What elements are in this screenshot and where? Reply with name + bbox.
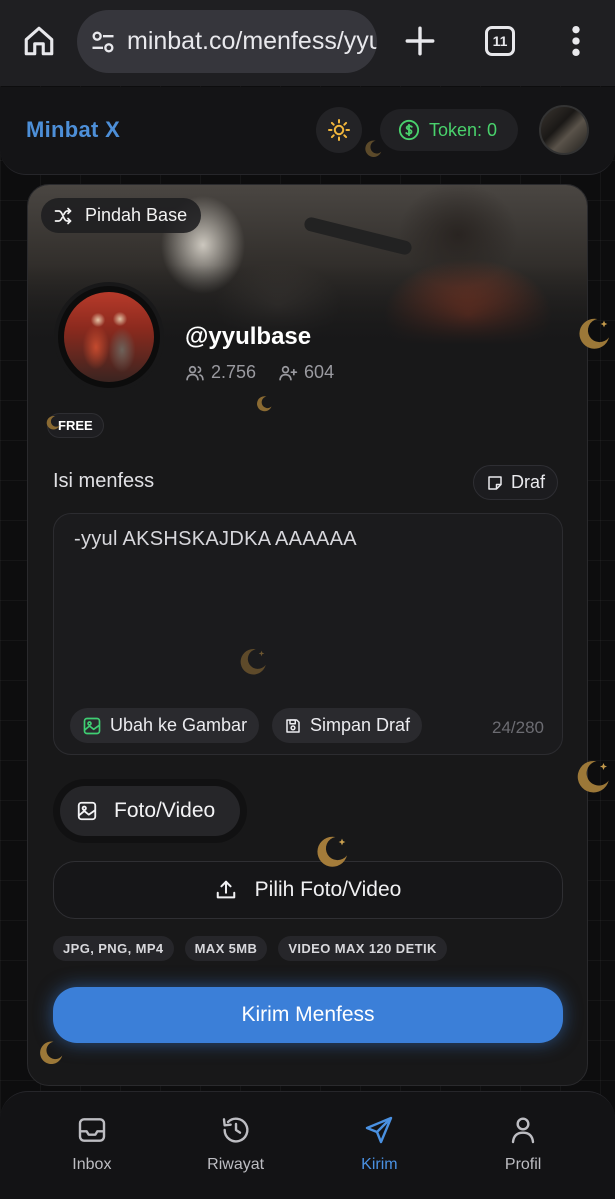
- address-bar[interactable]: minbat.co/menfess/yyulbase: [77, 10, 377, 73]
- tab-photo-video[interactable]: Foto/Video: [60, 786, 240, 836]
- user-plus-icon: [279, 365, 298, 380]
- format-hint: JPG, PNG, MP4: [53, 936, 174, 961]
- menfess-card: Pindah Base @yyulbase 2.756 604 FREE Isi…: [27, 184, 588, 1086]
- brand-logo[interactable]: Minbat X: [26, 117, 120, 143]
- char-counter: 24/280: [492, 718, 544, 737]
- site-settings-icon[interactable]: [89, 28, 117, 56]
- history-icon: [222, 1117, 249, 1143]
- send-menfess-label: Kirim Menfess: [241, 1003, 375, 1026]
- base-stats: 2.756 604: [185, 362, 334, 383]
- send-menfess-button[interactable]: Kirim Menfess: [53, 987, 563, 1043]
- save-icon: [286, 718, 300, 733]
- users-icon: [186, 365, 204, 380]
- nav-label-inbox: Inbox: [72, 1156, 112, 1173]
- switch-base-button[interactable]: Pindah Base: [41, 198, 202, 233]
- switch-base-label: Pindah Base: [85, 205, 188, 225]
- moon-decoration-icon: [257, 396, 272, 412]
- moon-decoration-icon: [46, 416, 60, 430]
- nav-item-inbox[interactable]: Inbox: [42, 1092, 142, 1199]
- bottom-navigation: Inbox Riwayat Kirim Profil: [0, 1091, 615, 1199]
- dollar-coin-icon: [398, 119, 420, 141]
- banner-microphone: [302, 215, 414, 257]
- following-count: 604: [304, 362, 335, 382]
- followers-count: 2.756: [211, 362, 257, 382]
- nav-item-profile[interactable]: Profil: [473, 1092, 573, 1199]
- app-header: Minbat X Token: 0: [0, 87, 615, 175]
- message-section-label: Isi menfess: [53, 470, 155, 492]
- upload-icon: [216, 880, 235, 899]
- pick-media-button[interactable]: Pilih Foto/Video: [53, 861, 563, 919]
- message-textarea[interactable]: -yyul AKSHSKAJDKA AAAAAA Ubah ke Gambar …: [53, 513, 563, 755]
- base-avatar: [54, 282, 164, 392]
- send-icon: [366, 1116, 393, 1144]
- nav-item-send[interactable]: Kirim: [329, 1092, 429, 1199]
- nav-item-history[interactable]: Riwayat: [186, 1092, 286, 1199]
- image-edit-icon: [83, 717, 101, 734]
- inbox-icon: [78, 1118, 106, 1142]
- token-balance[interactable]: Token: 0: [380, 109, 518, 151]
- new-tab-icon[interactable]: [403, 24, 437, 58]
- moon-decoration-icon: [577, 760, 609, 793]
- drafts-button[interactable]: Draf: [473, 465, 559, 500]
- nav-label-send: Kirim: [361, 1156, 398, 1173]
- moon-decoration-icon: [240, 649, 266, 675]
- base-handle: @yyulbase: [185, 323, 312, 350]
- tab-count: 11: [492, 33, 508, 49]
- format-hint: MAX 5MB: [184, 936, 268, 961]
- format-hint: VIDEO MAX 120 DETIK: [278, 936, 447, 961]
- home-icon[interactable]: [22, 24, 56, 58]
- pick-media-label: Pilih Foto/Video: [254, 878, 402, 901]
- token-label: Token: 0: [429, 119, 498, 140]
- moon-decoration-icon: [579, 318, 609, 349]
- message-text[interactable]: -yyul AKSHSKAJDKA AAAAAA: [74, 528, 357, 551]
- followers-stat: 2.756: [185, 362, 256, 383]
- save-draft-button[interactable]: Simpan Draf: [272, 708, 423, 743]
- nav-label-history: Riwayat: [207, 1156, 265, 1173]
- convert-to-image-label: Ubah ke Gambar: [110, 715, 248, 735]
- moon-decoration-icon: [317, 836, 347, 867]
- tab-switcher-button[interactable]: 11: [485, 26, 515, 56]
- user-icon: [511, 1117, 535, 1144]
- media-type-tabs: Foto/Video: [53, 779, 247, 843]
- nav-label-profile: Profil: [504, 1156, 542, 1173]
- image-icon: [77, 801, 97, 821]
- theme-toggle-button[interactable]: [316, 107, 362, 153]
- save-draft-label: Simpan Draf: [310, 715, 411, 735]
- url-text[interactable]: minbat.co/menfess/yyulbase: [127, 27, 377, 56]
- browser-toolbar: minbat.co/menfess/yyulbase 11: [0, 0, 615, 86]
- drafts-label: Draf: [511, 472, 546, 492]
- note-icon: [488, 475, 502, 490]
- shuffle-icon: [54, 207, 72, 224]
- moon-decoration-icon: [365, 140, 382, 157]
- user-avatar[interactable]: [539, 105, 589, 155]
- sun-icon: [328, 119, 350, 141]
- convert-to-image-button[interactable]: Ubah ke Gambar: [70, 708, 260, 743]
- media-format-hints: JPG, PNG, MP4 MAX 5MB VIDEO MAX 120 DETI…: [53, 936, 447, 961]
- following-stat: 604: [278, 362, 334, 383]
- more-vert-icon[interactable]: [566, 24, 586, 58]
- moon-decoration-icon: [40, 1041, 63, 1065]
- tab-photo-video-label: Foto/Video: [114, 799, 216, 822]
